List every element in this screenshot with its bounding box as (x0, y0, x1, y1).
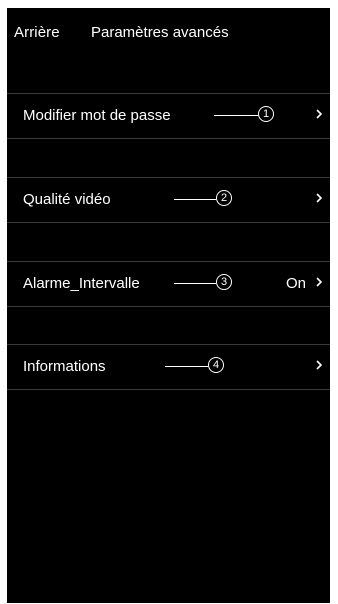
row-label: Modifier mot de passe (23, 107, 171, 124)
row-qualite-video[interactable]: Qualité vidéo 2 (7, 177, 330, 223)
page-title: Paramètres avancés (91, 24, 229, 41)
chevron-right-icon (316, 360, 323, 370)
callout-line (165, 366, 208, 367)
chevron-right-icon (316, 109, 323, 119)
callout-line (214, 115, 258, 116)
alarm-status-value: On (285, 275, 306, 292)
callout-line (174, 283, 216, 284)
row-modifier-mot-de-passe[interactable]: Modifier mot de passe 1 (7, 93, 330, 139)
back-button[interactable]: Arrière (14, 24, 60, 41)
callout-number-1: 1 (258, 106, 274, 122)
callout-number-2: 2 (216, 190, 232, 206)
chevron-right-icon (316, 277, 323, 287)
navigation-bar: Arrière Paramètres avancés (7, 8, 330, 58)
callout-line (174, 199, 216, 200)
callout-number-4: 4 (208, 357, 224, 373)
row-label: Informations (23, 358, 106, 375)
settings-screen: Arrière Paramètres avancés Modifier mot … (7, 8, 330, 603)
callout-number-3: 3 (216, 274, 232, 290)
row-label: Alarme_Intervalle (23, 275, 140, 292)
row-label: Qualité vidéo (23, 191, 111, 208)
row-alarme-intervalle[interactable]: Alarme_Intervalle 3 On (7, 261, 330, 307)
row-informations[interactable]: Informations 4 (7, 344, 330, 390)
chevron-right-icon (316, 193, 323, 203)
